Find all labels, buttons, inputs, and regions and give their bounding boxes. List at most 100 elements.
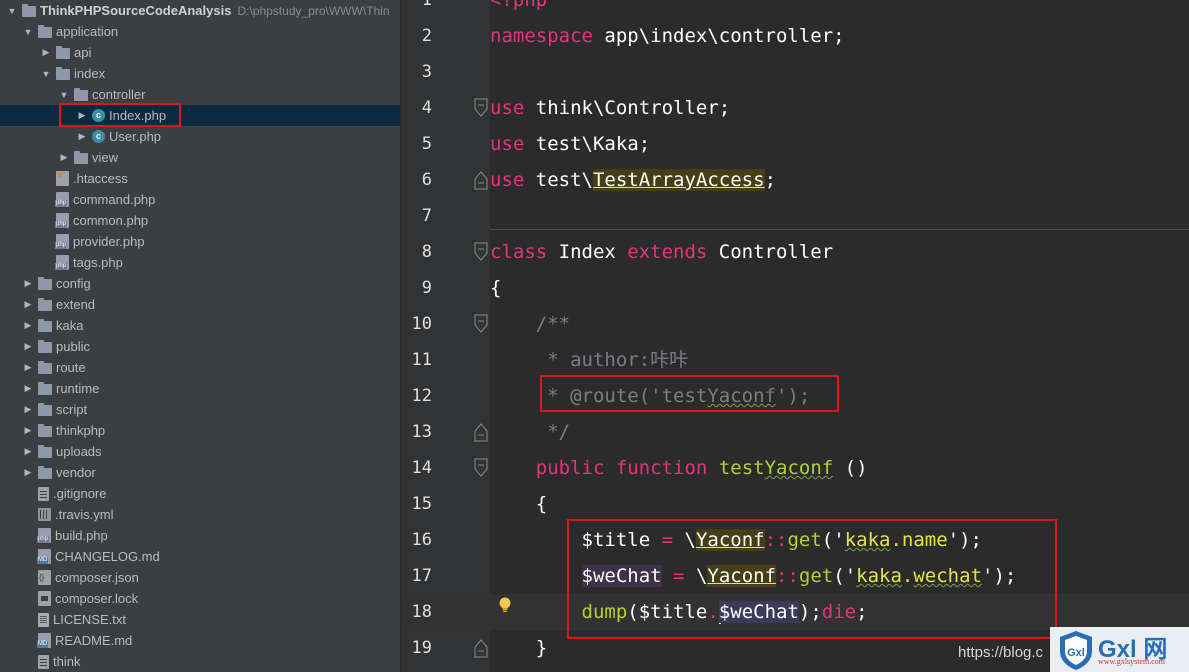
fold-end-icon[interactable] <box>473 421 489 443</box>
chevron-right-icon[interactable]: ▶ <box>76 126 88 147</box>
tree-item-config[interactable]: ▶ config <box>0 273 400 294</box>
code-editor[interactable]: 1 2 3 4 5 6 7 8 9 10 11 12 13 14 15 16 17 18 19 <?php names… <box>402 0 1189 672</box>
chevron-right-icon[interactable]: ▶ <box>58 147 70 168</box>
line-number: 16 <box>411 530 432 550</box>
project-root-row[interactable]: ▼ ThinkPHPSourceCodeAnalysis D:\phpstudy… <box>0 0 400 21</box>
tree-item-changelog-md[interactable]: CHANGELOG.md <box>0 546 400 567</box>
tree-item-label: command.php <box>73 192 156 207</box>
tree-item-label: config <box>56 276 91 291</box>
chevron-right-icon[interactable]: ▶ <box>22 294 34 315</box>
tree-item-route[interactable]: ▶ route <box>0 357 400 378</box>
tree-item-public[interactable]: ▶ public <box>0 336 400 357</box>
tree-item-index[interactable]: ▼ index <box>0 63 400 84</box>
chevron-right-icon[interactable]: ▶ <box>22 462 34 483</box>
fold-collapse-icon[interactable] <box>473 241 489 263</box>
chevron-right-icon[interactable]: ▶ <box>22 420 34 441</box>
chevron-right-icon[interactable]: ▶ <box>22 357 34 378</box>
svg-text:Gxl: Gxl <box>1067 647 1085 659</box>
project-root-name: ThinkPHPSourceCodeAnalysis <box>40 3 232 18</box>
code-token: '); <box>982 565 1017 587</box>
tree-item-view[interactable]: ▶ view <box>0 147 400 168</box>
tree-item-tags-php[interactable]: tags.php <box>0 252 400 273</box>
chevron-down-icon[interactable]: ▼ <box>6 0 18 21</box>
tree-item-common-php[interactable]: common.php <box>0 210 400 231</box>
code-line[interactable]: $title = \Yaconf::get('kaka.name'); <box>490 522 1189 558</box>
code-line[interactable]: dump($title.$weChat);die; <box>490 594 1189 630</box>
chevron-right-icon[interactable]: ▶ <box>22 336 34 357</box>
code-token: $title <box>490 529 662 551</box>
code-token: app\index\controller; <box>592 25 845 47</box>
fold-collapse-icon[interactable] <box>473 313 489 335</box>
code-line[interactable]: public function testYaconf () <box>490 450 1189 486</box>
tree-item-composer-json[interactable]: composer.json <box>0 567 400 588</box>
tree-item-vendor[interactable]: ▶ vendor <box>0 462 400 483</box>
tree-item-travis-yml[interactable]: .travis.yml <box>0 504 400 525</box>
chevron-right-icon[interactable]: ▶ <box>22 315 34 336</box>
tree-item-index-php[interactable]: ▶ c Index.php <box>0 105 400 126</box>
chevron-right-icon[interactable]: ▶ <box>76 105 88 126</box>
code-line[interactable]: */ <box>490 414 1189 450</box>
code-token: public <box>535 457 605 479</box>
tree-item-provider-php[interactable]: provider.php <box>0 231 400 252</box>
tree-item-think[interactable]: think <box>0 651 400 672</box>
tree-item-runtime[interactable]: ▶ runtime <box>0 378 400 399</box>
code-line[interactable]: <?php <box>490 0 1189 18</box>
tree-item-htaccess[interactable]: .htaccess <box>0 168 400 189</box>
fold-collapse-icon[interactable] <box>473 97 489 119</box>
code-line[interactable]: use test\Kaka; <box>490 126 1189 162</box>
tree-item-uploads[interactable]: ▶ uploads <box>0 441 400 462</box>
folder-icon <box>56 66 70 80</box>
folder-icon <box>38 318 52 332</box>
tree-item-api[interactable]: ▶ api <box>0 42 400 63</box>
tree-item-command-php[interactable]: command.php <box>0 189 400 210</box>
code-line[interactable]: /** <box>490 306 1189 342</box>
chevron-right-icon[interactable]: ▶ <box>22 399 34 420</box>
fold-collapse-icon[interactable] <box>473 457 489 479</box>
code-line[interactable]: * author:咔咔 <box>490 342 1189 378</box>
code-line[interactable]: * @route('testYaconf'); <box>490 378 1189 414</box>
lightbulb-icon[interactable] <box>498 596 512 614</box>
code-token: \ <box>673 529 696 551</box>
code-line[interactable]: $weChat = \Yaconf::get('kaka.wechat'); <box>490 558 1189 594</box>
markdown-file-icon <box>37 549 51 564</box>
chevron-down-icon[interactable]: ▼ <box>58 84 70 105</box>
tree-item-extend[interactable]: ▶ extend <box>0 294 400 315</box>
chevron-down-icon[interactable]: ▼ <box>40 63 52 84</box>
project-tree-panel: ▼ ThinkPHPSourceCodeAnalysis D:\phpstudy… <box>0 0 401 672</box>
tree-item-build-php[interactable]: build.php <box>0 525 400 546</box>
code-line[interactable]: namespace app\index\controller; <box>490 18 1189 54</box>
code-line[interactable]: { <box>490 486 1189 522</box>
code-line[interactable]: class Index extends Controller <box>490 234 1189 270</box>
chevron-right-icon[interactable]: ▶ <box>22 378 34 399</box>
code-token: use <box>490 169 525 191</box>
tree-item-gitignore[interactable]: .gitignore <box>0 483 400 504</box>
chevron-right-icon[interactable]: ▶ <box>40 42 52 63</box>
chevron-right-icon[interactable]: ▶ <box>22 441 34 462</box>
watermark-url: https://blog.c <box>958 644 1044 661</box>
tree-item-readme-md[interactable]: README.md <box>0 630 400 651</box>
code-line[interactable]: use test\TestArrayAccess; <box>490 162 1189 198</box>
chevron-down-icon[interactable]: ▼ <box>22 21 34 42</box>
code-token: namespace <box>490 25 593 47</box>
code-token: { <box>490 277 502 299</box>
code-line[interactable] <box>490 54 1189 90</box>
tree-item-kaka[interactable]: ▶ kaka <box>0 315 400 336</box>
tree-item-composer-lock[interactable]: composer.lock <box>0 588 400 609</box>
tree-item-controller[interactable]: ▼ controller <box>0 84 400 105</box>
tree-item-application[interactable]: ▼ application <box>0 21 400 42</box>
tree-item-label: think <box>53 654 81 669</box>
code-line[interactable]: { <box>490 270 1189 306</box>
tree-item-license-txt[interactable]: LICENSE.txt <box>0 609 400 630</box>
code-line[interactable]: use think\Controller; <box>490 90 1189 126</box>
tree-item-user-php[interactable]: ▶ c User.php <box>0 126 400 147</box>
tree-item-script[interactable]: ▶ script <box>0 399 400 420</box>
fold-end-icon[interactable] <box>473 169 489 191</box>
tree-item-thinkphp[interactable]: ▶ thinkphp <box>0 420 400 441</box>
fold-end-icon[interactable] <box>473 637 489 659</box>
chevron-right-icon[interactable]: ▶ <box>22 273 34 294</box>
